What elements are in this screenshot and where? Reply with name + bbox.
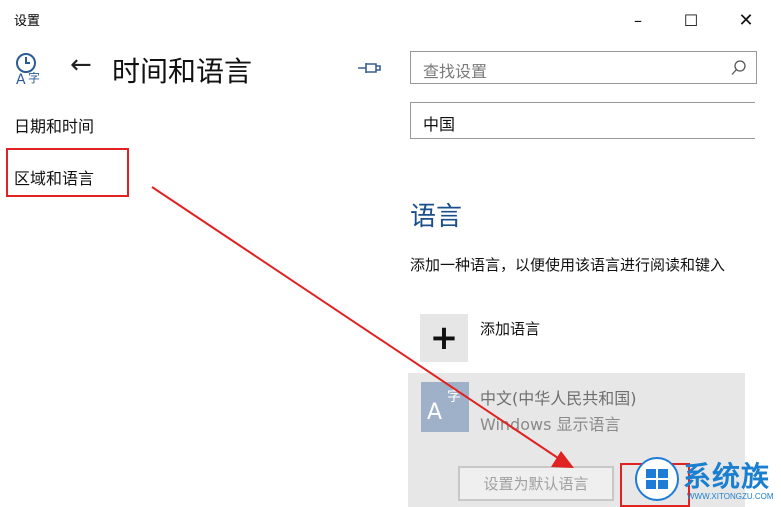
watermark-text: 系统族	[683, 460, 771, 493]
windows-logo-icon	[635, 457, 679, 501]
watermark-url: WWW.XITONGZU.COM	[687, 492, 774, 501]
watermark: 系统族 WWW.XITONGZU.COM	[635, 455, 781, 507]
annotation-arrow	[151, 186, 574, 468]
